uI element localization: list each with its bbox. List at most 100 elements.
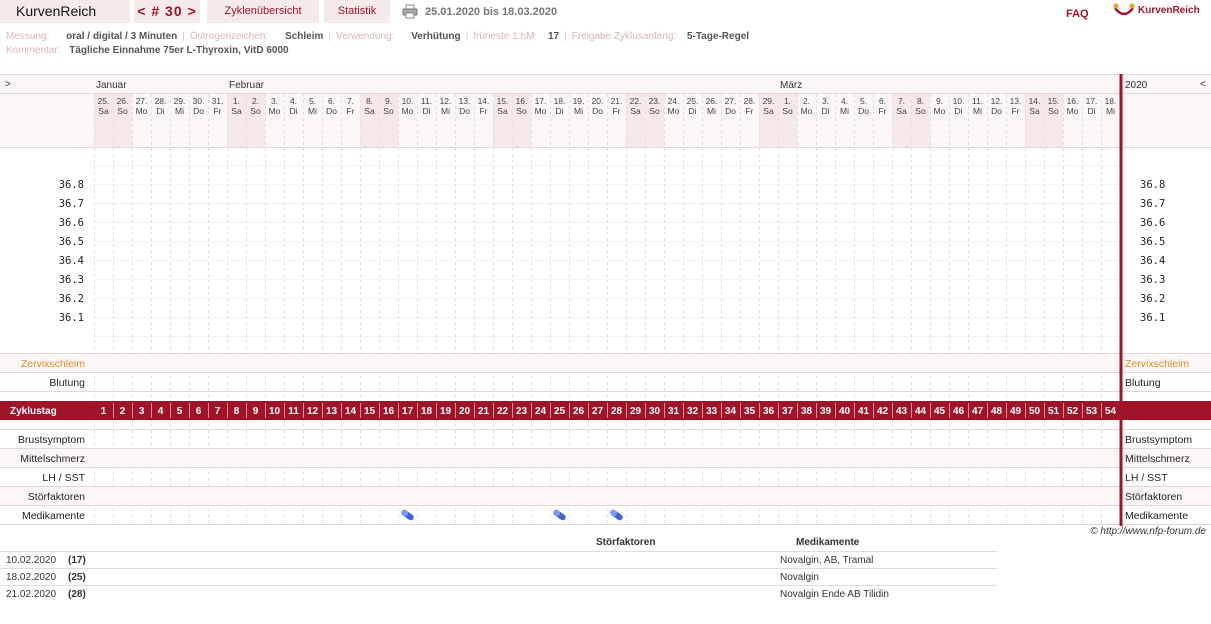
weekday-label: Do (193, 106, 204, 116)
weekday-label: Mi (175, 106, 184, 116)
cycle-chart: > <2020Januar Februar März25.Sa26.So27.Mo28… (0, 74, 1211, 526)
measurement-info: Messung: oral / digital / 3 Minuten | Östr… (6, 31, 750, 42)
row-label-right: Mittelschmerz (1125, 453, 1190, 465)
hm-label: früheste 1.hM: (473, 31, 538, 42)
tab-cycle-overview[interactable]: Zyklenübersicht (207, 0, 319, 23)
cycle-day-number: 36 (763, 406, 775, 417)
faq-link[interactable]: FAQ (1066, 8, 1089, 20)
app-logo[interactable]: KurvenReich (0, 0, 130, 23)
row-medication: Novalgin (780, 572, 819, 583)
cycle-day-number: 34 (725, 406, 737, 417)
temp-label-right: 36.2 (1140, 293, 1165, 305)
day-number: 3. (822, 96, 829, 106)
cycle-day-number: 18 (421, 406, 433, 417)
row-date: 10.02.2020 (6, 555, 57, 566)
blutung-label-left: Blutung (49, 377, 85, 389)
temp-label-right: 36.5 (1140, 236, 1165, 248)
weekday-label: Mo (136, 106, 148, 116)
row-label-left: LH / SST (42, 472, 85, 484)
day-number: 19. (573, 96, 585, 106)
temp-label-left: 36.1 (59, 312, 84, 324)
day-number: 12. (991, 96, 1003, 106)
row-label-left: Brustsymptom (18, 434, 85, 446)
day-number: 21. (611, 96, 623, 106)
day-number: 7. (347, 96, 354, 106)
cycle-day-number: 14 (345, 406, 357, 417)
weekday-label: Fr (213, 106, 221, 116)
printer-icon[interactable] (402, 4, 418, 19)
weekday-label: Sa (763, 106, 774, 116)
cycle-day-number: 45 (934, 406, 946, 417)
day-number: 10. (402, 96, 414, 106)
day-number: 11. (972, 96, 983, 106)
cycle-day-number: 7 (215, 406, 221, 417)
cycle-day-number: 20 (459, 406, 471, 417)
day-number: 4. (290, 96, 297, 106)
pill-icon (610, 509, 623, 521)
day-number: 2. (803, 96, 810, 106)
weekday-label: So (383, 106, 394, 116)
month-label: Februar (229, 80, 265, 91)
day-number: 14. (478, 96, 490, 106)
day-number: 17. (1086, 96, 1098, 106)
cycle-day-number: 33 (706, 406, 718, 417)
temp-label-left: 36.4 (59, 255, 84, 267)
cycle-day-number: 49 (1010, 406, 1022, 417)
cycle-day-number: 15 (364, 406, 376, 417)
day-number: 22. (630, 96, 642, 106)
comment-info: Kommentar: Tägliche Einnahme 75er L-Thyr… (6, 45, 289, 56)
day-number: 13. (1010, 96, 1022, 106)
temp-label-right: 36.4 (1140, 255, 1165, 267)
table-header: Störfaktoren Medikamente (0, 537, 997, 551)
year-label: 2020 (1125, 80, 1148, 91)
row-label-left: Störfaktoren (28, 491, 85, 503)
day-number: 27. (136, 96, 148, 106)
month-label: Januar (96, 80, 127, 91)
weekday-label: Mo (1067, 106, 1079, 116)
row-medication: Novalgin, AB, Tramal (780, 555, 874, 566)
cycle-day-number: 4 (158, 406, 164, 417)
day-number: 2. (252, 96, 259, 106)
weekday-label: Fr (1011, 106, 1019, 116)
day-number: 25. (98, 96, 110, 106)
day-number: 12. (440, 96, 452, 106)
weekday-label: Sa (98, 106, 109, 116)
kommentar-label: Kommentar: (6, 45, 61, 56)
weekday-label: Di (954, 106, 962, 116)
pill-icon (401, 509, 414, 521)
table-row: 21.02.2020 (28) Novalgin Ende AB Tilidin (0, 585, 997, 602)
verwendung-value: Verhütung (411, 31, 461, 42)
right-arrow: < (1200, 79, 1206, 90)
month-label: März (780, 80, 802, 91)
weekday-label: Mi (840, 106, 849, 116)
zervix-label-right: Zervixschleim (1125, 358, 1189, 370)
cycle-day-number: 12 (307, 406, 319, 417)
day-number: 3. (271, 96, 278, 106)
weekday-label: Fr (346, 106, 354, 116)
temp-label-left: 36.3 (59, 274, 84, 286)
cycle-day-number: 53 (1086, 406, 1098, 417)
day-number: 18. (1105, 96, 1117, 106)
tab-statistics[interactable]: Statistik (324, 0, 390, 23)
weekday-label: Mo (269, 106, 281, 116)
verwendung-label: Verwendung: (336, 31, 395, 42)
weekday-label: Do (725, 106, 736, 116)
row-date: 21.02.2020 (6, 589, 57, 600)
weekday-label: So (1048, 106, 1059, 116)
weekday-label: Sa (896, 106, 907, 116)
weekday-label: Mi (574, 106, 583, 116)
weekday-label: So (250, 106, 261, 116)
cycle-day-number: 28 (611, 406, 623, 417)
day-number: 31. (212, 96, 224, 106)
row-label-right: Medikamente (1125, 510, 1188, 522)
weekday-label: Sa (630, 106, 641, 116)
cycle-day-number: 40 (839, 406, 851, 417)
cycle-day-number: 46 (953, 406, 965, 417)
row-day: (17) (68, 555, 86, 566)
day-number: 14. (1029, 96, 1041, 106)
bottom-row-bg (0, 449, 1211, 468)
cycle-navigation[interactable]: < # 30 > (134, 0, 200, 23)
cycle-day-number: 10 (269, 406, 281, 417)
cycle-day-number: 5 (177, 406, 183, 417)
cycle-day-number: 1 (101, 406, 107, 417)
